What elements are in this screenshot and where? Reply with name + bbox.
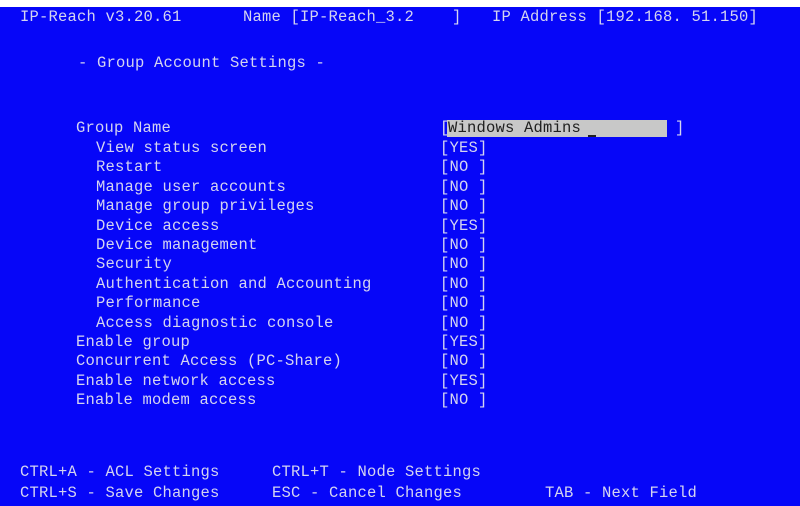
setting-toggle[interactable]: [NO ] bbox=[440, 255, 488, 273]
setting-toggle[interactable]: [NO ] bbox=[440, 314, 488, 332]
group-name-label: Group Name bbox=[76, 119, 172, 137]
option-toggle[interactable]: [NO ] bbox=[440, 352, 488, 370]
setting-toggle[interactable]: [NO ] bbox=[440, 158, 488, 176]
shortcut-save[interactable]: CTRL+S - Save Changes bbox=[20, 484, 220, 502]
setting-toggle[interactable]: [NO ] bbox=[440, 275, 488, 293]
setting-label: Manage user accounts bbox=[96, 177, 287, 196]
device-name-label: Name [IP-Reach_3.2 ] bbox=[243, 8, 462, 26]
option-toggle[interactable]: [NO ] bbox=[440, 391, 488, 409]
setting-toggle[interactable]: [YES] bbox=[440, 139, 488, 157]
setting-label: Restart bbox=[96, 158, 163, 177]
ip-address-label: IP Address [192.168. 51.150] bbox=[492, 8, 759, 26]
setting-label: Access diagnostic console bbox=[96, 313, 334, 332]
option-toggle[interactable]: [YES] bbox=[440, 333, 488, 351]
option-label: Enable modem access bbox=[76, 391, 257, 410]
setting-label: Device access bbox=[96, 216, 220, 235]
shortcut-cancel[interactable]: ESC - Cancel Changes bbox=[272, 484, 462, 502]
option-toggle[interactable]: [YES] bbox=[440, 372, 488, 390]
setting-label: Device management bbox=[96, 236, 258, 254]
text-cursor bbox=[588, 135, 596, 137]
shortcut-acl[interactable]: CTRL+A - ACL Settings bbox=[20, 463, 220, 481]
setting-toggle[interactable]: [YES] bbox=[440, 217, 488, 235]
setting-label: Manage group privileges bbox=[96, 197, 315, 216]
setting-label: View status screen bbox=[96, 139, 268, 157]
option-label: Concurrent Access (PC-Share) bbox=[76, 352, 343, 371]
setting-toggle[interactable]: [NO ] bbox=[440, 294, 488, 312]
section-title: - Group Account Settings - bbox=[78, 54, 326, 72]
setting-label: Performance bbox=[96, 294, 201, 313]
group-name-value[interactable]: Windows Admins bbox=[448, 119, 581, 137]
shortcut-next-field[interactable]: TAB - Next Field bbox=[545, 484, 697, 502]
version-label: IP-Reach v3.20.61 bbox=[20, 8, 182, 26]
group-name-close-bracket: ] bbox=[675, 119, 685, 137]
setting-label: Security bbox=[96, 255, 173, 274]
setting-toggle[interactable]: [NO ] bbox=[440, 236, 488, 254]
setting-toggle[interactable]: [NO ] bbox=[440, 197, 488, 215]
option-label: Enable network access bbox=[76, 371, 276, 390]
option-label: Enable group bbox=[76, 333, 191, 351]
setting-toggle[interactable]: [NO ] bbox=[440, 178, 488, 196]
setting-label: Authentication and Accounting bbox=[96, 274, 372, 293]
shortcut-node[interactable]: CTRL+T - Node Settings bbox=[272, 463, 481, 481]
